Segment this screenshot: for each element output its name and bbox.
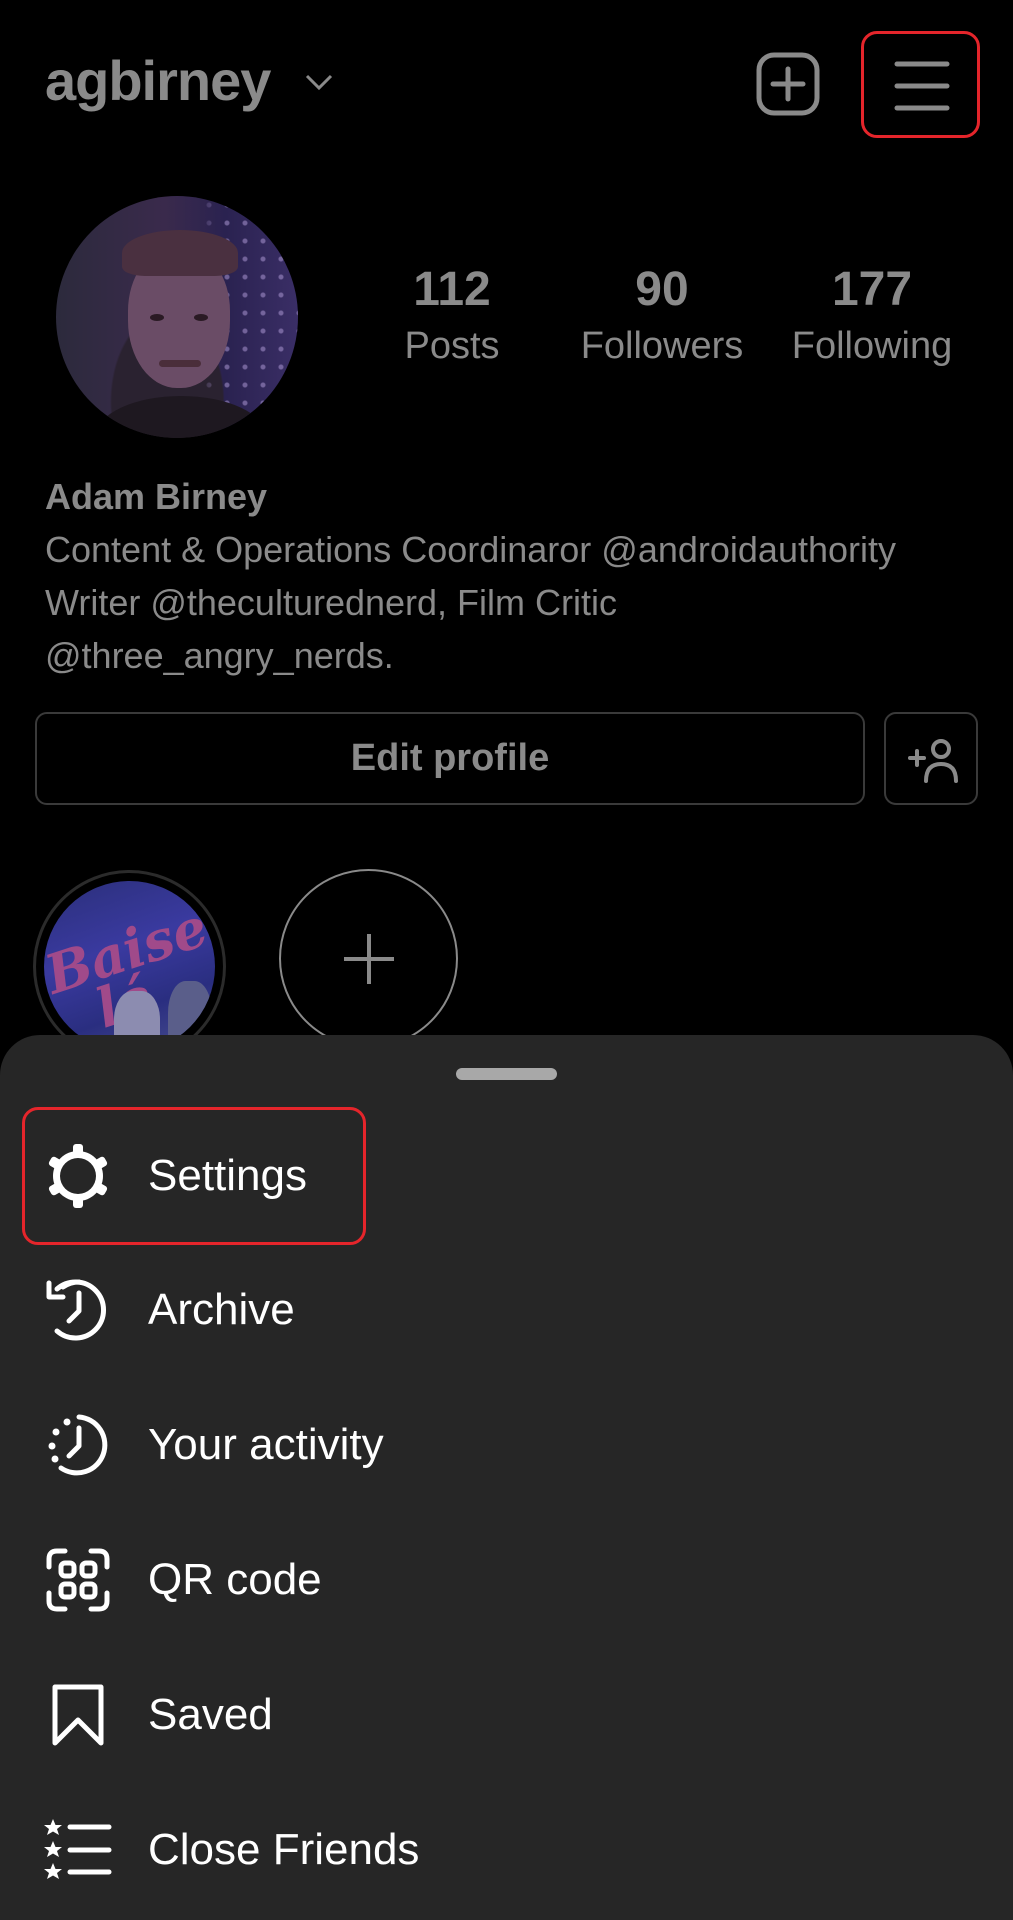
menu-item-archive[interactable]: Archive	[22, 1255, 722, 1365]
new-highlight-button[interactable]	[279, 869, 458, 1048]
bio: Adam Birney Content & Operations Coordin…	[45, 470, 985, 682]
chevron-down-icon[interactable]	[302, 68, 336, 96]
menu-button[interactable]	[861, 31, 980, 138]
bio-line: Writer @theculturednerd, Film Critic	[45, 582, 618, 623]
display-name: Adam Birney	[45, 476, 268, 517]
discover-people-button[interactable]	[884, 712, 978, 805]
edit-profile-button[interactable]: Edit profile	[35, 712, 865, 805]
qr-code-icon	[46, 1548, 110, 1612]
posts-label: Posts	[404, 325, 500, 367]
menu-item-label: Close Friends	[148, 1825, 420, 1874]
menu-item-label: QR code	[148, 1555, 322, 1604]
menu-item-label: Saved	[148, 1690, 273, 1739]
stat-following[interactable]: 177 Following	[772, 262, 972, 374]
following-count: 177	[831, 263, 913, 316]
plus-icon	[344, 934, 394, 984]
followers-label: Followers	[580, 325, 744, 367]
bio-line: Content & Operations Coordinaror @androi…	[45, 529, 897, 570]
create-post-button[interactable]	[754, 50, 822, 118]
bookmark-icon	[52, 1684, 104, 1746]
username[interactable]: agbirney	[45, 46, 271, 116]
avatar[interactable]	[56, 196, 298, 438]
menu-item-close-friends[interactable]: Close Friends	[22, 1795, 722, 1905]
story-highlight[interactable]: Baiser lé	[44, 881, 215, 1052]
menu-item-qr-code[interactable]: QR code	[22, 1525, 722, 1635]
following-label: Following	[791, 325, 953, 367]
activity-clock-icon	[48, 1414, 108, 1476]
menu-item-your-activity[interactable]: Your activity	[22, 1390, 722, 1500]
menu-item-saved[interactable]: Saved	[22, 1660, 722, 1770]
add-person-icon	[908, 739, 958, 783]
archive-history-icon	[46, 1279, 107, 1341]
annotation-highlight	[22, 1107, 366, 1245]
posts-count: 112	[413, 263, 491, 316]
close-friends-list-icon	[44, 1819, 112, 1879]
bio-line: @three_angry_nerds.	[45, 635, 394, 676]
followers-count: 90	[635, 263, 689, 316]
menu-item-label: Archive	[148, 1285, 295, 1334]
stat-posts[interactable]: 112 Posts	[352, 262, 552, 374]
stat-followers[interactable]: 90 Followers	[562, 262, 762, 374]
drag-handle[interactable]	[456, 1068, 557, 1080]
plus-square-icon	[756, 52, 820, 116]
menu-item-label: Your activity	[148, 1420, 384, 1469]
hamburger-menu-icon	[894, 61, 950, 111]
